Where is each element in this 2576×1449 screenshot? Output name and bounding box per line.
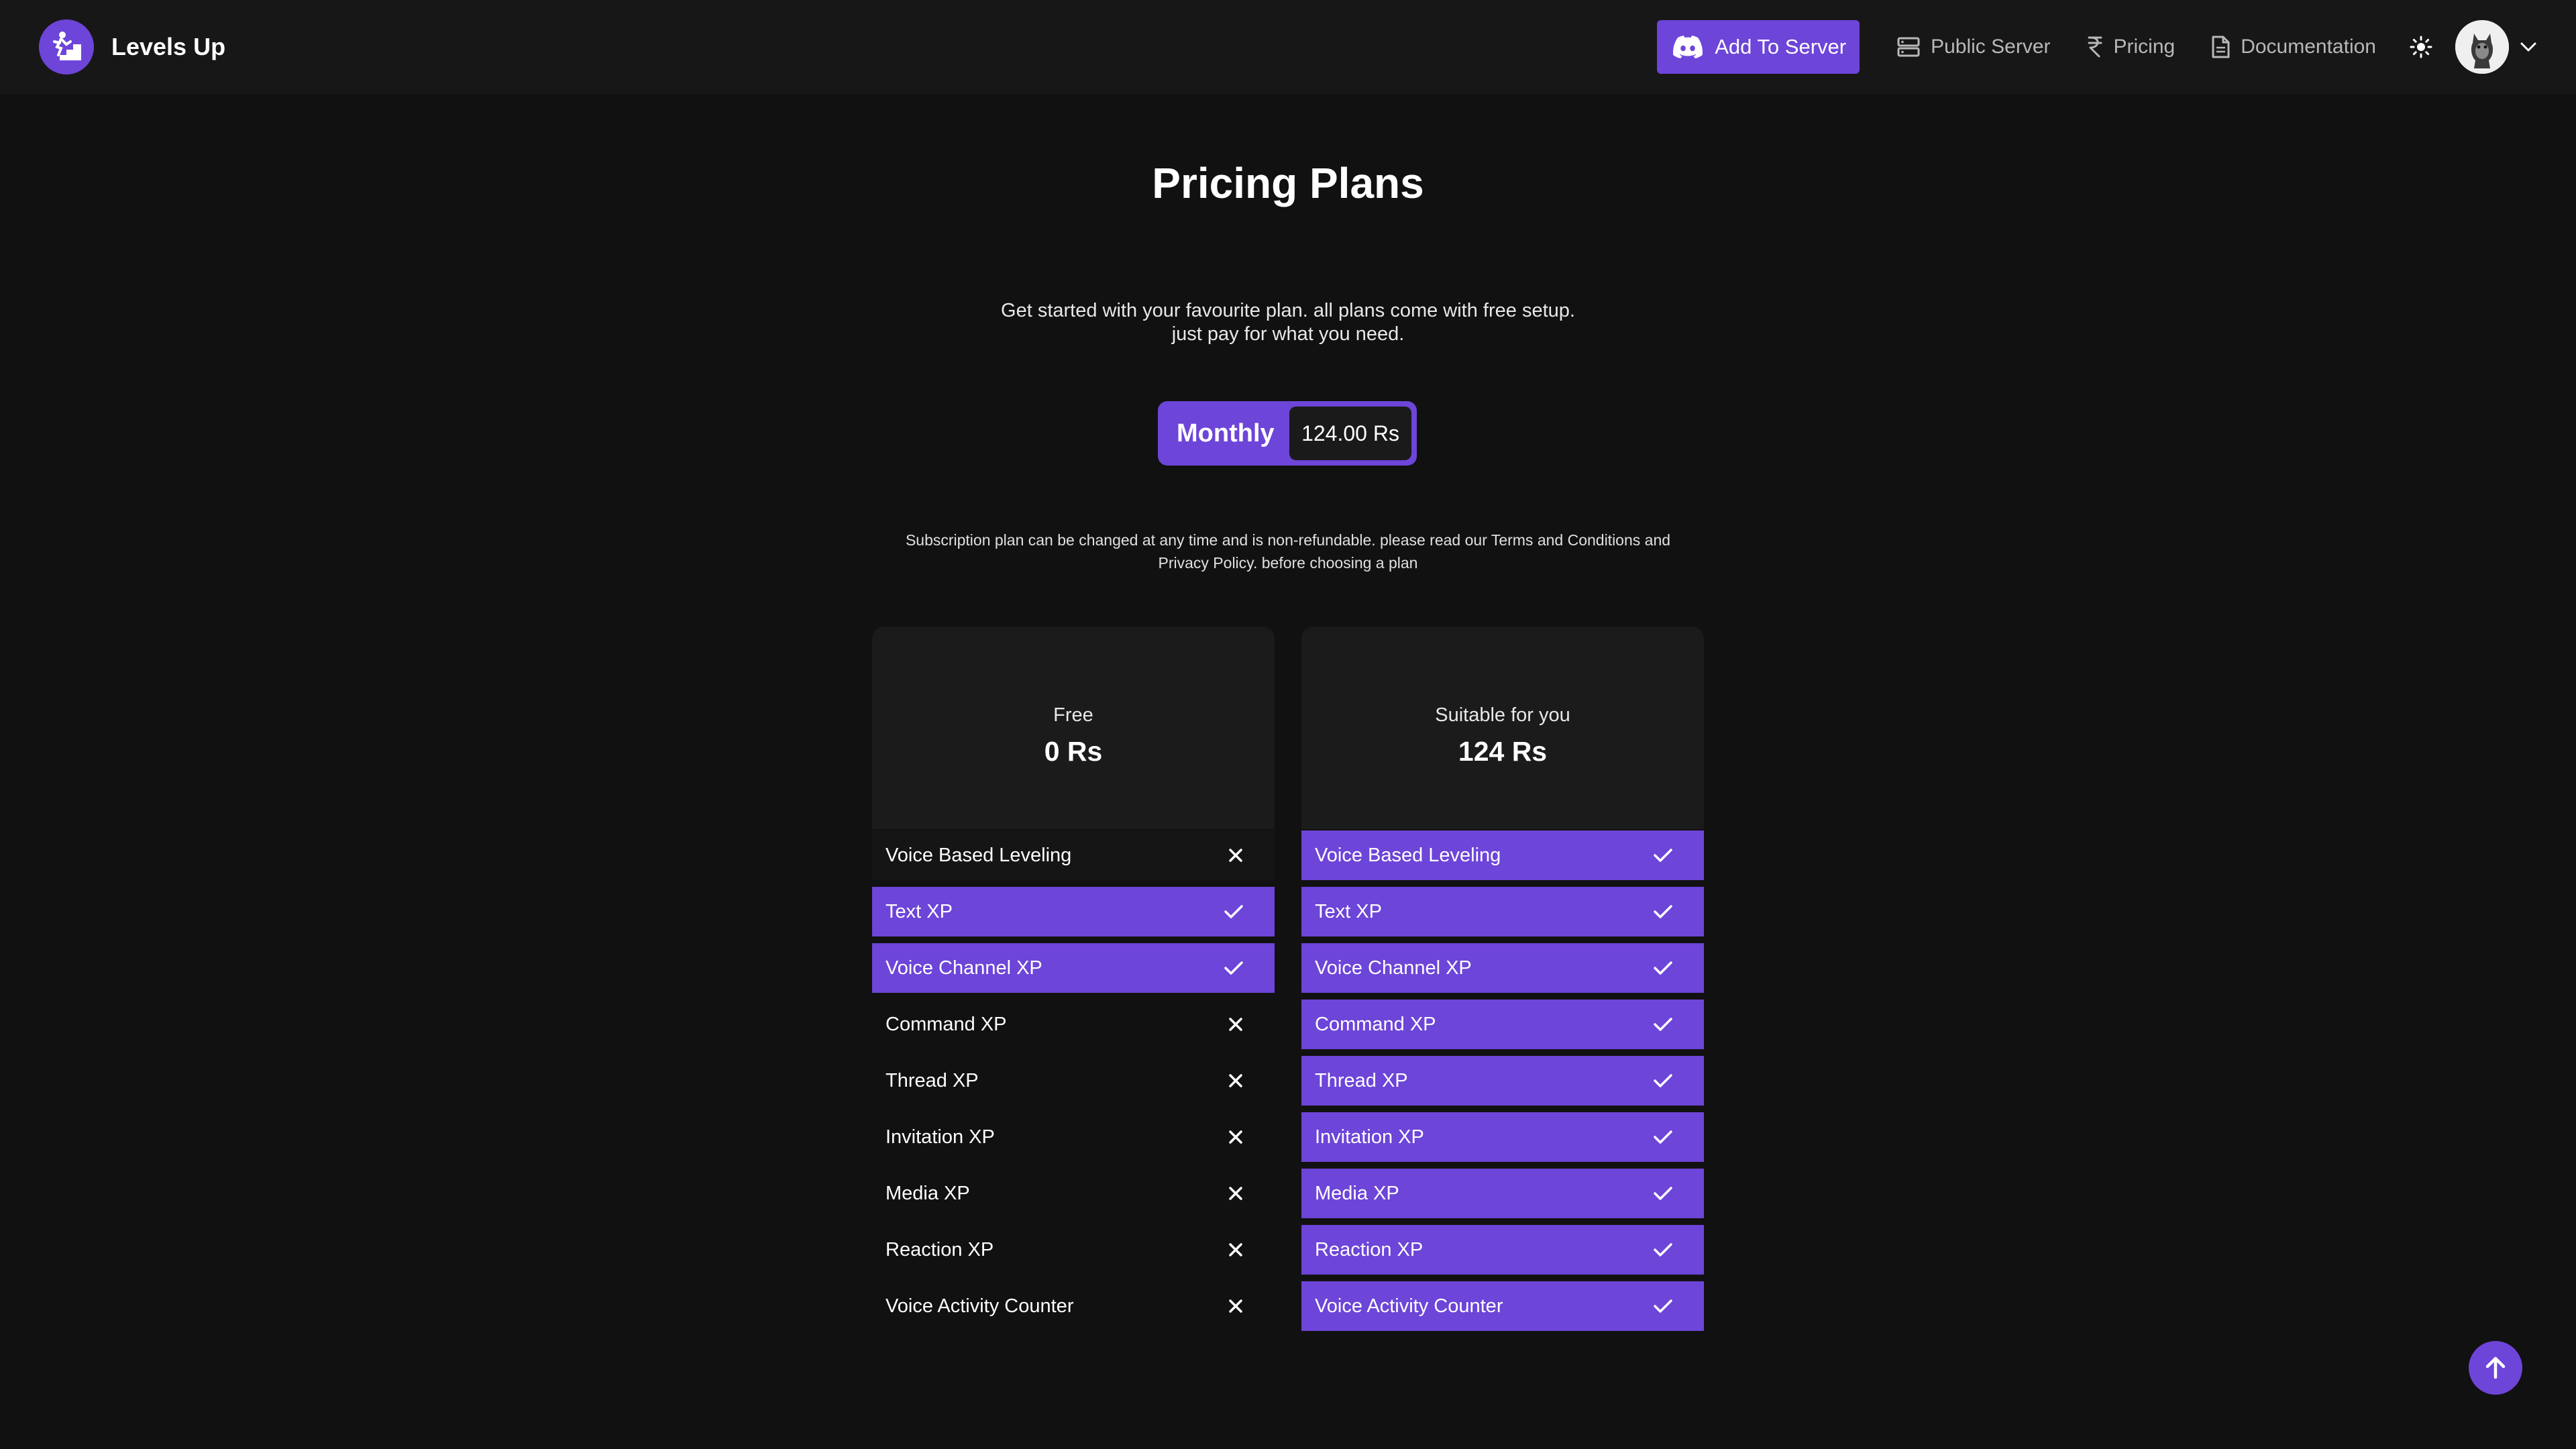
- feature-label: Voice Based Leveling: [1315, 844, 1501, 866]
- nav-documentation[interactable]: Documentation: [2211, 36, 2376, 58]
- avatar[interactable]: [2455, 20, 2509, 74]
- rupee-icon: [2087, 36, 2103, 58]
- nav-public-server-label: Public Server: [1931, 36, 2051, 58]
- feature-row: Thread XP: [872, 1056, 1275, 1106]
- feature-row: Voice Activity Counter: [872, 1281, 1275, 1331]
- nav-documentation-label: Documentation: [2241, 36, 2376, 58]
- feature-label: Text XP: [885, 900, 953, 922]
- feature-label: Invitation XP: [1315, 1126, 1424, 1148]
- billing-price: 124.00 Rs: [1289, 407, 1411, 460]
- feature-row: Thread XP: [1301, 1056, 1704, 1106]
- feature-row: Reaction XP: [872, 1225, 1275, 1275]
- notice-line: Privacy Policy. before choosing a plan: [1158, 554, 1418, 572]
- stairs-climber-icon: [39, 19, 94, 74]
- check-icon: [1653, 1298, 1673, 1314]
- nav-menu: Add To Server Public Server Pricing Docu…: [1657, 0, 2537, 94]
- nav-pricing-label: Pricing: [2113, 36, 2176, 58]
- x-icon: [1228, 1016, 1244, 1032]
- x-icon: [1228, 1129, 1244, 1145]
- feature-row: Invitation XP: [872, 1112, 1275, 1162]
- feature-row: Voice Channel XP: [872, 943, 1275, 993]
- billing-toggle[interactable]: Monthly 124.00 Rs: [1158, 401, 1417, 466]
- billing-period-label: Monthly: [1177, 419, 1275, 447]
- plan-name: Free: [1053, 704, 1093, 726]
- add-to-server-label: Add To Server: [1715, 35, 1847, 58]
- check-icon: [1653, 847, 1673, 863]
- feature-label: Reaction XP: [885, 1238, 994, 1260]
- feature-label: Command XP: [885, 1013, 1007, 1035]
- x-icon: [1228, 1242, 1244, 1258]
- notice-line: Subscription plan can be changed at any …: [905, 531, 1671, 549]
- page-subtitle: Get started with your favourite plan. al…: [0, 299, 2576, 346]
- nav-public-server[interactable]: Public Server: [1897, 36, 2051, 58]
- feature-label: Text XP: [1315, 900, 1382, 922]
- check-icon: [1224, 904, 1244, 920]
- discord-icon: [1673, 36, 1703, 58]
- server-icon: [1897, 37, 1920, 57]
- plan-header[interactable]: Free 0 Rs: [872, 627, 1275, 829]
- check-icon: [1653, 1129, 1673, 1145]
- check-icon: [1653, 904, 1673, 920]
- x-icon: [1228, 1185, 1244, 1201]
- plan-price: 124 Rs: [1458, 736, 1548, 767]
- feature-row: Command XP: [1301, 1000, 1704, 1049]
- feature-label: Command XP: [1315, 1013, 1436, 1035]
- feature-row: Voice Activity Counter: [1301, 1281, 1704, 1331]
- subtitle-line: just pay for what you need.: [1171, 323, 1405, 345]
- document-icon: [2211, 36, 2230, 58]
- feature-label: Thread XP: [885, 1069, 979, 1091]
- check-icon: [1653, 1073, 1673, 1089]
- sun-icon[interactable]: [2410, 36, 2432, 58]
- feature-row: Reaction XP: [1301, 1225, 1704, 1275]
- check-icon: [1653, 1242, 1673, 1258]
- feature-row: Voice Based Leveling: [872, 830, 1275, 880]
- feature-row: Text XP: [872, 887, 1275, 936]
- brand-name: Levels Up: [111, 33, 226, 60]
- feature-label: Voice Activity Counter: [1315, 1295, 1503, 1317]
- subtitle-line: Get started with your favourite plan. al…: [1001, 300, 1575, 321]
- arrow-up-icon: [2482, 1354, 2509, 1381]
- feature-label: Voice Channel XP: [1315, 957, 1472, 979]
- check-icon: [1653, 960, 1673, 976]
- feature-label: Thread XP: [1315, 1069, 1408, 1091]
- nav-pricing[interactable]: Pricing: [2087, 36, 2176, 58]
- feature-row: Voice Based Leveling: [1301, 830, 1704, 880]
- add-to-server-button[interactable]: Add To Server: [1657, 20, 1860, 74]
- feature-row: Command XP: [872, 1000, 1275, 1049]
- subscription-notice: Subscription plan can be changed at any …: [865, 529, 1711, 574]
- scroll-to-top-button[interactable]: [2469, 1341, 2522, 1395]
- check-icon: [1653, 1185, 1673, 1201]
- feature-row: Media XP: [1301, 1169, 1704, 1218]
- plan-card-free: Free 0 Rs Voice Based Leveling Text XP Voi…: [872, 627, 1275, 1331]
- plan-name: Suitable for you: [1435, 704, 1570, 726]
- plan-price: 0 Rs: [1044, 736, 1103, 767]
- brand[interactable]: Levels Up: [39, 19, 225, 74]
- feature-row: Invitation XP: [1301, 1112, 1704, 1162]
- check-icon: [1653, 1016, 1673, 1032]
- feature-label: Voice Channel XP: [885, 957, 1042, 979]
- feature-label: Reaction XP: [1315, 1238, 1424, 1260]
- navbar: Levels Up Add To Server Public Server Pr…: [0, 0, 2576, 94]
- feature-row: Text XP: [1301, 887, 1704, 936]
- feature-label: Voice Activity Counter: [885, 1295, 1074, 1317]
- check-icon: [1224, 960, 1244, 976]
- plan-card-paid: Suitable for you 124 Rs Voice Based Leve…: [1301, 627, 1704, 1331]
- page-title: Pricing Plans: [1152, 159, 1424, 207]
- x-icon: [1228, 1298, 1244, 1314]
- x-icon: [1228, 847, 1244, 863]
- chevron-down-icon[interactable]: [2520, 42, 2537, 52]
- feature-label: Media XP: [1315, 1182, 1399, 1204]
- x-icon: [1228, 1073, 1244, 1089]
- feature-row: Media XP: [872, 1169, 1275, 1218]
- feature-row: Voice Channel XP: [1301, 943, 1704, 993]
- feature-label: Voice Based Leveling: [885, 844, 1072, 866]
- feature-label: Invitation XP: [885, 1126, 995, 1148]
- plan-header[interactable]: Suitable for you 124 Rs: [1301, 627, 1704, 829]
- feature-label: Media XP: [885, 1182, 970, 1204]
